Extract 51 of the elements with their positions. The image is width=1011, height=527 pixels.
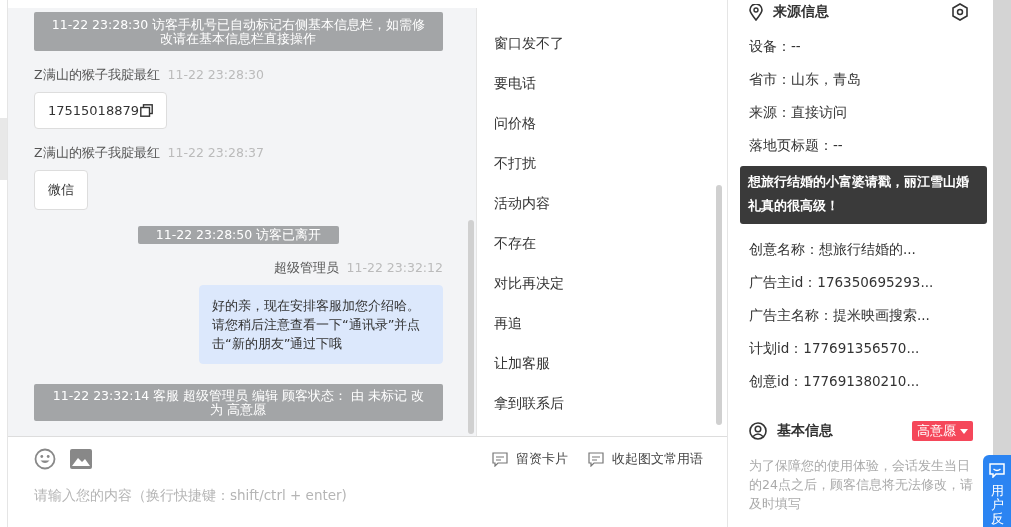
sender-name: 超级管理员 xyxy=(273,260,339,277)
info-field: 来源：直接访问 xyxy=(749,102,973,135)
message-time: 11-22 23:28:30 xyxy=(167,67,264,84)
info-field: 创意id：177691380210... xyxy=(749,371,973,404)
message-text: 好的亲，现在安排客服加您介绍哈。请您稍后注意查看一下“通讯录”并点击“新的朋友”通过下哦 xyxy=(212,297,422,353)
info-field: 设备：-- xyxy=(749,36,973,69)
section-title: 来源信息 xyxy=(773,3,829,21)
quick-reply-item[interactable]: 不打扰 xyxy=(494,143,727,183)
message-time: 11-22 23:28:37 xyxy=(167,145,264,162)
message-icon xyxy=(492,451,508,467)
info-field: 创意名称：想旅行结婚的... xyxy=(749,239,973,272)
quick-reply-item[interactable]: 不存在 xyxy=(494,223,727,263)
tooltip-text: 想旅行结婚的小富婆请戳，丽江雪山婚礼真的很高级！ xyxy=(748,174,969,213)
status-dropdown[interactable]: 高意愿 xyxy=(912,421,973,441)
sender-name: Z满山的猴子我腚最红 xyxy=(34,145,160,162)
scrollbar-track[interactable] xyxy=(993,0,1011,455)
composer-action-button[interactable]: 收起图文常用语 xyxy=(588,450,703,468)
message-time: 11-22 23:32:12 xyxy=(346,260,443,277)
system-notice: 11-22 23:32:14 客服 超级管理员 编辑 顾客状态： 由 未标记 改为 高意愿 xyxy=(34,384,443,421)
info-field: 广告主id：176350695293... xyxy=(749,272,973,305)
caret-icon xyxy=(960,428,968,434)
feedback-button[interactable]: 用户反 xyxy=(983,455,1011,527)
quick-reply-item[interactable]: 拿到联系后 xyxy=(494,383,727,423)
emoji-icon[interactable] xyxy=(34,448,56,470)
quick-reply-item[interactable]: 问价格 xyxy=(494,103,727,143)
section-title: 基本信息 xyxy=(777,422,833,440)
quick-reply-item[interactable]: 窗口发不了 xyxy=(494,23,727,63)
message-text: 微信 xyxy=(48,181,74,199)
system-notice: 11-22 23:28:50 访客已离开 xyxy=(137,226,340,244)
quick-reply-item[interactable]: 对比再决定 xyxy=(494,263,727,303)
quick-reply-item[interactable]: 要电话 xyxy=(494,63,727,103)
quick-reply-item[interactable]: 再追 xyxy=(494,303,727,343)
settings-icon[interactable] xyxy=(951,3,969,21)
image-icon[interactable] xyxy=(70,449,92,469)
user-circle-icon xyxy=(749,422,767,440)
composer-action-button[interactable]: 留资卡片 xyxy=(492,450,568,468)
info-field: 计划id：177691356570... xyxy=(749,338,973,371)
message-input[interactable]: 请输入您的内容（换行快捷键：shift/ctrl + enter) xyxy=(34,487,634,503)
notice-text: 为了保障您的使用体验，会话发生当日的24点之后，顾客信息将无法修改，请及时填写 xyxy=(749,457,973,513)
chat-icon xyxy=(989,463,1005,478)
message-text: 17515018879 xyxy=(48,103,139,118)
system-notice: 11-22 23:28:30 访客手机号已自动标记右侧基本信息栏，如需修改请在基本信息栏直接操作 xyxy=(34,12,443,51)
quick-reply-item[interactable]: 活动内容 xyxy=(494,183,727,223)
location-pin-icon xyxy=(749,3,763,21)
info-field: 省市：山东，青岛 xyxy=(749,69,973,102)
quick-reply-item[interactable]: 让加客服 xyxy=(494,343,727,383)
info-field: 落地页标题：-- xyxy=(749,135,973,168)
message-icon xyxy=(588,451,604,467)
copy-icon[interactable] xyxy=(139,104,153,117)
sender-name: Z满山的猴子我腚最红 xyxy=(34,67,160,84)
info-field: 广告主名称：提米映画搜索... xyxy=(749,305,973,338)
